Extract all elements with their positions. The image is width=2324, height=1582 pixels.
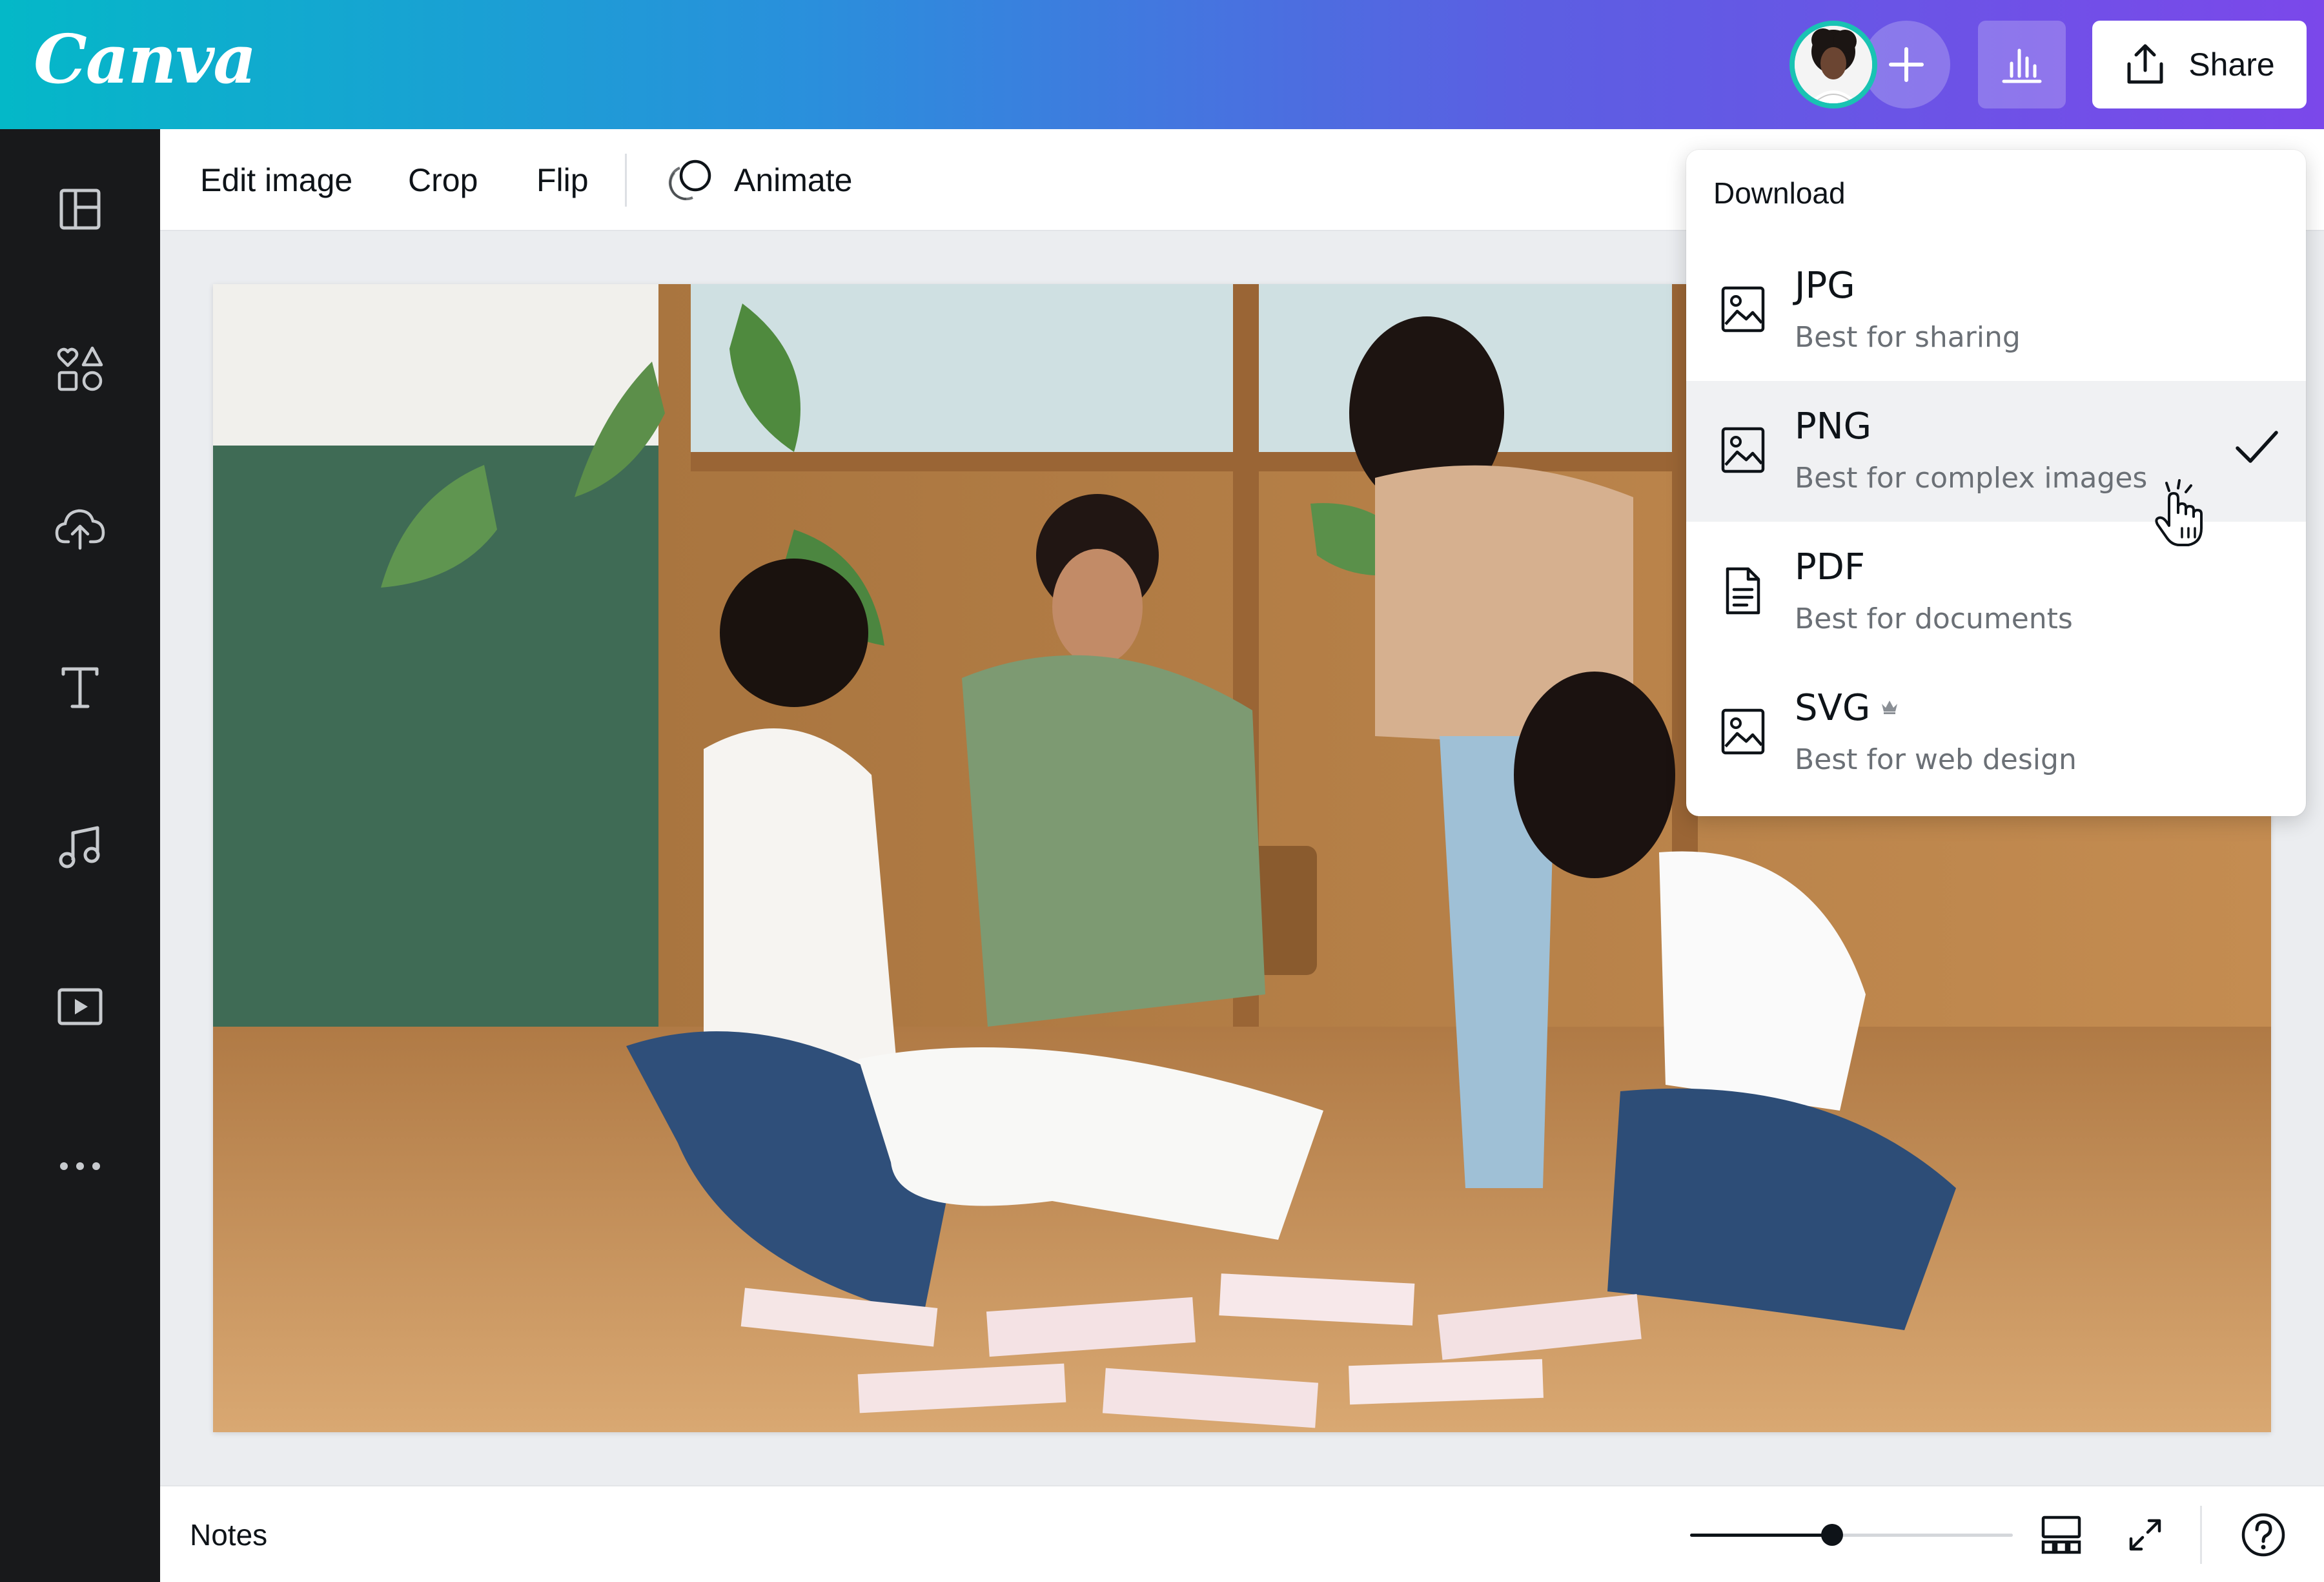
option-label: PNG	[1795, 406, 1872, 447]
canva-logo[interactable]: Canva	[34, 19, 257, 99]
flip-button[interactable]: Flip	[536, 129, 589, 231]
footer-bar: Notes	[160, 1485, 2324, 1582]
edit-image-button[interactable]: Edit image	[200, 129, 352, 231]
share-label: Share	[2188, 46, 2275, 83]
share-upload-icon	[2127, 44, 2163, 84]
crown-icon	[1882, 701, 1897, 714]
page-grid-view-button[interactable]	[2035, 1509, 2087, 1561]
download-option-svg[interactable]: SVG Best for web design	[1686, 663, 2306, 803]
option-label: JPG	[1795, 265, 1855, 307]
zoom-slider[interactable]	[1690, 1524, 2013, 1546]
more-icon	[60, 1162, 100, 1170]
sidebar	[0, 129, 160, 1582]
sidebar-item-text[interactable]	[48, 655, 112, 720]
download-option-pdf[interactable]: PDF Best for documents	[1686, 522, 2306, 663]
text-icon	[61, 667, 99, 708]
audio-icon	[59, 826, 100, 868]
grid-view-icon	[2041, 1515, 2081, 1554]
sidebar-item-uploads[interactable]	[48, 496, 112, 560]
animate-icon	[668, 159, 711, 201]
insights-button[interactable]	[1978, 21, 2066, 108]
share-button[interactable]: Share	[2092, 21, 2307, 108]
crop-button[interactable]: Crop	[408, 129, 478, 231]
sidebar-item-videos[interactable]	[48, 974, 112, 1039]
toolbar-divider	[625, 154, 627, 207]
download-title: Download	[1713, 176, 1846, 210]
zoom-slider-fill	[1690, 1534, 1832, 1537]
expand-icon	[2129, 1519, 2161, 1551]
image-icon	[1717, 280, 1769, 338]
image-icon	[1717, 421, 1769, 479]
check-icon	[2236, 431, 2278, 463]
sidebar-item-more[interactable]	[48, 1134, 112, 1198]
option-label: PDF	[1795, 546, 1866, 588]
header-bar: Canva Share	[0, 0, 2324, 129]
option-label: SVG	[1795, 687, 1871, 729]
option-description: Best for sharing	[1795, 321, 2021, 354]
option-description: Best for documents	[1795, 602, 2073, 635]
animate-button[interactable]: Animate	[667, 129, 852, 231]
animate-label: Animate	[734, 162, 853, 198]
sidebar-item-elements[interactable]	[48, 336, 112, 401]
footer-divider	[2200, 1506, 2202, 1564]
help-icon	[2241, 1513, 2285, 1557]
sidebar-item-audio[interactable]	[48, 815, 112, 879]
plus-icon	[1889, 47, 1924, 82]
layout-icon	[59, 189, 101, 230]
document-icon	[1717, 562, 1769, 620]
option-description: Best for web design	[1795, 743, 2077, 776]
video-icon	[57, 988, 103, 1025]
image-icon	[1717, 703, 1769, 761]
zoom-slider-thumb[interactable]	[1821, 1524, 1843, 1546]
avatar[interactable]	[1789, 21, 1877, 108]
bar-chart-icon	[2002, 48, 2042, 83]
elements-icon	[57, 346, 103, 391]
upload-icon	[55, 509, 105, 550]
sidebar-item-design[interactable]	[48, 177, 112, 241]
notes-button[interactable]: Notes	[190, 1486, 267, 1582]
download-dropdown: Download JPG Best for sharing PNG Best f…	[1686, 150, 2306, 816]
download-option-png[interactable]: PNG Best for complex images	[1686, 381, 2306, 546]
download-option-jpg[interactable]: JPG Best for sharing	[1686, 240, 2306, 381]
help-button[interactable]	[2237, 1509, 2289, 1561]
fullscreen-button[interactable]	[2119, 1509, 2171, 1561]
option-description: Best for complex images	[1795, 462, 2148, 495]
